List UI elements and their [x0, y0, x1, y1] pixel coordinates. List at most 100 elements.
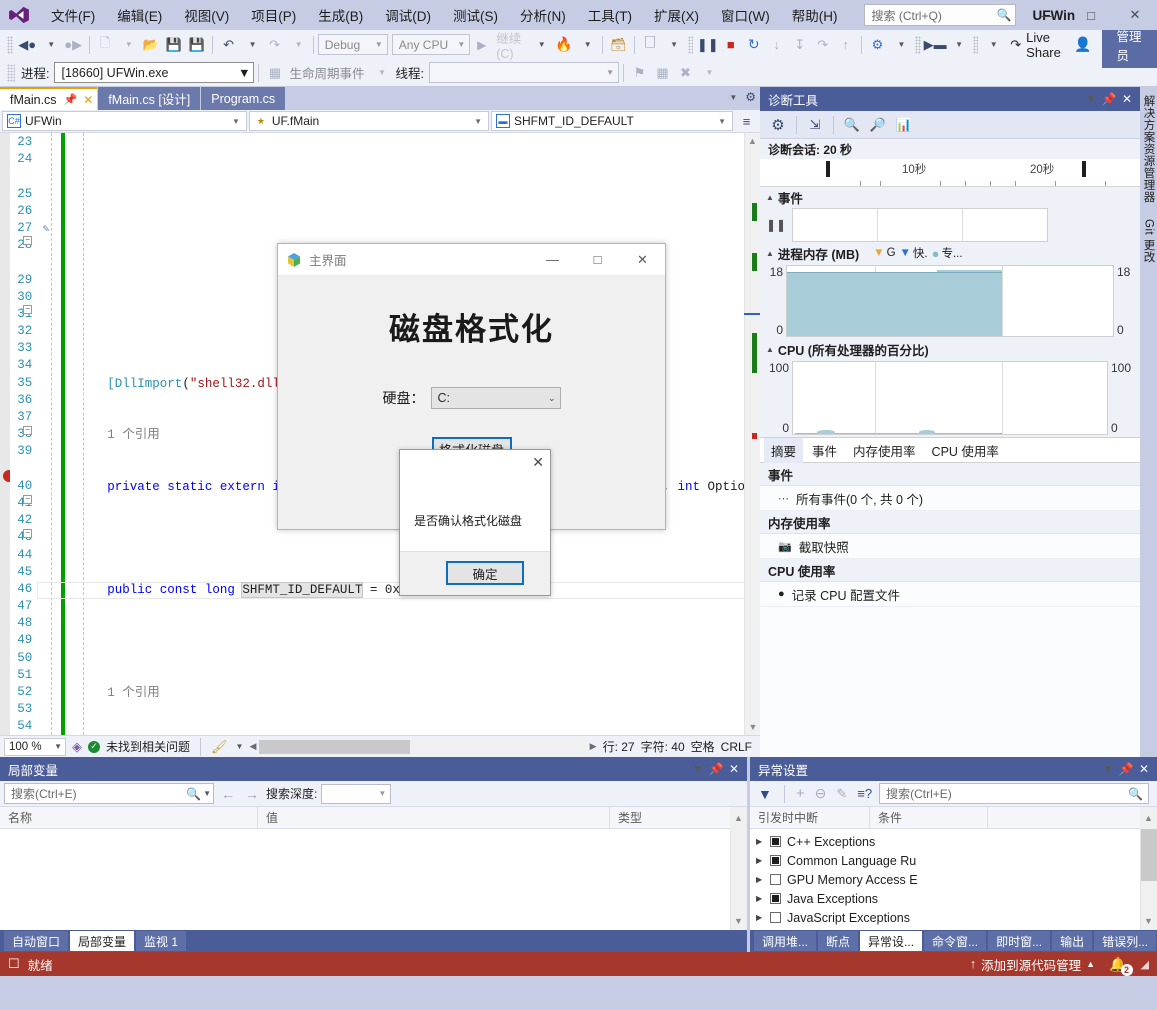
exceptions-col-condition[interactable]: 条件: [870, 806, 988, 829]
settings-gear-icon[interactable]: ⚙: [766, 114, 790, 136]
search-prev-icon[interactable]: ←: [218, 786, 238, 802]
step-over-icon[interactable]: ↧: [788, 33, 811, 56]
continue-button[interactable]: 继续(C): [493, 32, 529, 61]
tab-fmain-cs[interactable]: fMain.cs 📌 ✕: [0, 87, 98, 110]
project-select[interactable]: C# UFWin ▼: [2, 111, 247, 131]
tab-immediate-window[interactable]: 即时窗...: [988, 931, 1051, 951]
restart-icon[interactable]: ↻: [742, 33, 765, 56]
tab-error-list[interactable]: 错误列...: [1094, 931, 1157, 951]
chart-options-icon[interactable]: 📊: [892, 114, 916, 136]
exception-row-clr[interactable]: ▶ Common Language Ru: [750, 851, 1157, 870]
menu-project[interactable]: 项目(P): [240, 1, 307, 29]
save-all-icon[interactable]: 💾: [185, 33, 208, 56]
member-select[interactable]: ▬ SHFMT_ID_DEFAULT ▼: [490, 111, 733, 131]
fold-46[interactable]: −: [23, 529, 33, 538]
zoom-select[interactable]: 100 % ▼: [4, 737, 66, 756]
locals-scrollbar[interactable]: [730, 829, 747, 930]
menu-analyze[interactable]: 分析(N): [509, 1, 577, 29]
redo-dropdown-icon[interactable]: ▼: [286, 33, 309, 56]
hot-reload-dropdown-icon[interactable]: ▼: [575, 33, 598, 56]
code-cleanup-dropdown-icon[interactable]: ▼: [236, 742, 244, 751]
exceptions-scroll-up-icon[interactable]: ▲: [1140, 806, 1157, 829]
undo-dropdown-icon[interactable]: ▼: [240, 33, 263, 56]
menu-build[interactable]: 生成(B): [307, 1, 374, 29]
new-project-dropdown-icon[interactable]: ▼: [116, 33, 139, 56]
exceptions-search-input[interactable]: 搜索(Ctrl+E) 🔍: [879, 783, 1149, 804]
confirm-close-button[interactable]: ✕: [532, 454, 544, 471]
indicator-margin[interactable]: [0, 133, 15, 735]
tab-locals[interactable]: 局部变量: [70, 931, 135, 951]
exceptions-menu-icon[interactable]: ▼: [1099, 762, 1117, 776]
expand-triangle-icon-5[interactable]: ▶: [756, 913, 764, 922]
save-icon[interactable]: 💾: [162, 33, 185, 56]
thread-select[interactable]: ▼: [428, 62, 619, 83]
exception-checkbox-5[interactable]: [770, 912, 781, 923]
winform-maximize-button[interactable]: □: [575, 244, 620, 275]
expand-triangle-icon[interactable]: ▶: [756, 837, 764, 846]
confirm-ok-button[interactable]: 确定: [446, 561, 524, 585]
locals-scroll-down-icon[interactable]: ▼: [730, 916, 747, 930]
split-view-icon[interactable]: ≡: [735, 110, 758, 133]
undo-icon[interactable]: ↶: [217, 33, 240, 56]
debug-windows-dropdown-icon[interactable]: ▼: [662, 33, 685, 56]
flag-thread-icon[interactable]: ⚑: [628, 61, 651, 84]
step-up-icon[interactable]: ↑: [834, 33, 857, 56]
scroll-down-icon[interactable]: ▼: [745, 719, 760, 735]
maximize-button[interactable]: □: [1069, 0, 1113, 30]
tab-list-dropdown-icon[interactable]: ▼: [729, 93, 737, 102]
locals-col-type[interactable]: 类型: [610, 807, 730, 829]
process-select[interactable]: [18660] UFWin.exe ▼: [54, 62, 255, 83]
summary-memory-row[interactable]: 📷 截取快照: [760, 534, 1140, 559]
pin-panel-icon[interactable]: 📌: [1100, 92, 1118, 106]
exceptions-scrollbar[interactable]: [1140, 829, 1157, 930]
feedback-icon[interactable]: 👤: [1071, 33, 1094, 56]
hscroll-left-icon[interactable]: ◀: [249, 741, 256, 752]
panel-menu-icon[interactable]: ▼: [1082, 92, 1100, 106]
exception-checkbox-4[interactable]: [770, 893, 781, 904]
navigate-backward-icon[interactable]: ◀●: [16, 33, 39, 56]
menu-edit[interactable]: 编辑(E): [106, 1, 173, 29]
menu-test[interactable]: 测试(S): [442, 1, 509, 29]
live-share-button[interactable]: ↷ Live Share: [1004, 30, 1071, 60]
hscroll-thumb[interactable]: [259, 739, 410, 754]
add-exception-icon[interactable]: +: [793, 785, 808, 802]
tab-autos[interactable]: 自动窗口: [4, 931, 69, 951]
menu-file[interactable]: 文件(F): [40, 1, 106, 29]
hot-reload-icon[interactable]: 🔥: [552, 33, 575, 56]
export-icon[interactable]: ⇲: [803, 114, 827, 136]
zoom-out-icon[interactable]: 🔎: [866, 114, 890, 136]
winform-close-button[interactable]: ✕: [620, 244, 665, 275]
unflag-icon[interactable]: ✖: [674, 61, 697, 84]
tab-watch1[interactable]: 监视 1: [136, 931, 187, 951]
exceptions-close-icon[interactable]: ✕: [1135, 762, 1153, 776]
tab-breakpoints[interactable]: 断点: [818, 931, 859, 951]
restore-defaults-icon[interactable]: ≡?: [854, 786, 875, 801]
exception-row-js[interactable]: ▶ JavaScript Exceptions: [750, 908, 1157, 927]
more-options-icon[interactable]: ▼: [697, 61, 720, 84]
exception-checkbox-2[interactable]: [770, 855, 781, 866]
expand-triangle-icon-4[interactable]: ▶: [756, 894, 764, 903]
continue-play-icon[interactable]: ▶: [470, 33, 493, 56]
locals-search-dropdown-icon[interactable]: ▼: [203, 789, 211, 798]
tab-command-window[interactable]: 命令窗...: [924, 931, 987, 951]
expand-triangle-icon-3[interactable]: ▶: [756, 875, 764, 884]
toolbar-grip[interactable]: [7, 35, 13, 54]
locals-col-value[interactable]: 值: [258, 806, 610, 829]
exceptions-col-extra[interactable]: [988, 807, 1140, 829]
exceptions-scroll-thumb[interactable]: [1141, 829, 1157, 881]
exceptions-pin-icon[interactable]: 📌: [1117, 762, 1135, 776]
debug-toolbar-grip[interactable]: [7, 63, 15, 82]
locals-scroll-up-icon[interactable]: ▲: [730, 806, 747, 829]
show-threads-icon[interactable]: ▦: [651, 61, 674, 84]
exception-checkbox[interactable]: [770, 836, 781, 847]
type-select[interactable]: ★ UF.fMain ▼: [248, 111, 489, 131]
exceptions-col-break[interactable]: 引发时中断: [750, 806, 870, 829]
code-cleanup-icon[interactable]: 🖌: [211, 739, 228, 755]
gear-icon[interactable]: ⚙: [745, 90, 756, 104]
summary-events-row[interactable]: ⋯ 所有事件(0 个, 共 0 个): [760, 486, 1140, 511]
lifecycle-dropdown-icon[interactable]: ▼: [370, 61, 393, 84]
close-button[interactable]: ✕: [1113, 0, 1157, 30]
hscroll-right-icon[interactable]: ▶: [590, 741, 597, 752]
open-file-icon[interactable]: 📂: [139, 33, 162, 56]
pointer-select-icon[interactable]: ▶▬: [924, 33, 947, 56]
